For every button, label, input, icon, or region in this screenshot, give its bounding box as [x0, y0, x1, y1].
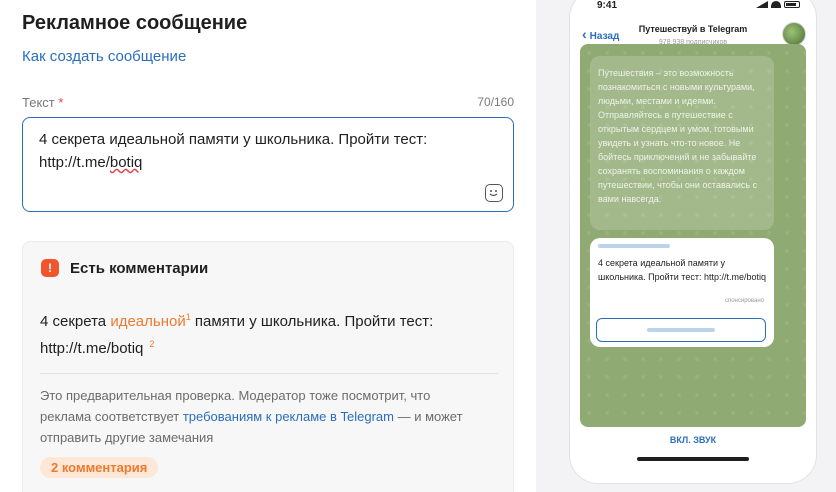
warning-icon: ! — [41, 259, 59, 277]
sponsored-label: спонсировано — [724, 298, 764, 304]
preview-link-text: http://t.me/botiq — [40, 340, 144, 357]
wifi-icon — [771, 1, 781, 8]
required-mark: * — [58, 95, 64, 110]
page-title: Рекламное сообщение — [22, 12, 248, 34]
comments-title: Есть комментарии — [70, 259, 209, 277]
moderation-info: Это предварительная проверка. Модератор … — [40, 385, 480, 448]
text-field-label: Текст * — [22, 95, 63, 110]
ad-text-line-1: 4 секрета идеальной памяти у школьника. … — [39, 131, 428, 148]
sound-toggle-button[interactable]: ВКЛ. ЗВУК — [570, 435, 816, 445]
ad-action-button[interactable] — [596, 318, 766, 342]
status-icons — [756, 1, 800, 8]
ad-button-placeholder — [647, 328, 715, 332]
preview-panel: 9:41 ‹ Назад Путешествуй в Telegram 978 9… — [536, 0, 836, 492]
note-marker-2: 2 — [149, 339, 155, 349]
channel-name: Путешествуй в Telegram — [638, 24, 748, 34]
comments-count-badge[interactable]: 2 комментария — [40, 457, 159, 478]
ad-form-panel: Рекламное сообщение Как создать сообщени… — [0, 0, 536, 492]
divider — [40, 373, 498, 374]
comments-card: ! Есть комментарии 4 секрета идеальной1 … — [22, 241, 514, 492]
comments-header: ! Есть комментарии — [41, 259, 208, 277]
char-counter: 70/160 — [477, 95, 514, 109]
chat-area: Путешествия – это возможность познакомит… — [580, 44, 806, 427]
telegram-ad-requirements-link[interactable]: требованиям к рекламе в Telegram — [183, 409, 394, 424]
preview-part-2: памяти у школьника. Пройти тест: — [190, 313, 434, 330]
ad-text-line-2: http://t.me/botiq — [39, 151, 497, 174]
highlighted-word[interactable]: идеальной — [110, 313, 185, 330]
channel-avatar[interactable] — [782, 22, 806, 46]
channel-post-bubble: Путешествия – это возможность познакомит… — [590, 56, 774, 230]
ad-header-placeholder — [598, 244, 670, 248]
home-indicator — [637, 457, 749, 461]
battery-icon — [784, 1, 800, 8]
how-to-create-link[interactable]: Как создать сообщение — [22, 48, 186, 65]
status-time: 9:41 — [597, 0, 618, 11]
phone-mockup: 9:41 ‹ Назад Путешествуй в Telegram 978 9… — [570, 0, 816, 483]
ad-message-bubble: 4 секрета идеальной памяти у школьника. … — [590, 238, 774, 347]
ad-message-text: 4 секрета идеальной памяти у школьника. … — [598, 258, 766, 282]
comments-preview-text: 4 секрета идеальной1 памяти у школьника.… — [40, 306, 480, 360]
preview-part-1: 4 секрета — [40, 313, 111, 330]
signal-icon — [756, 1, 768, 8]
emoji-picker-icon[interactable] — [485, 184, 503, 202]
spellcheck-underlined-word: botiq — [109, 154, 143, 171]
ad-text-input[interactable]: 4 секрета идеальной памяти у школьника. … — [22, 117, 514, 212]
text-field-label-text: Текст — [22, 95, 55, 110]
ad-text-link-prefix: http://t.me/ — [39, 154, 110, 171]
